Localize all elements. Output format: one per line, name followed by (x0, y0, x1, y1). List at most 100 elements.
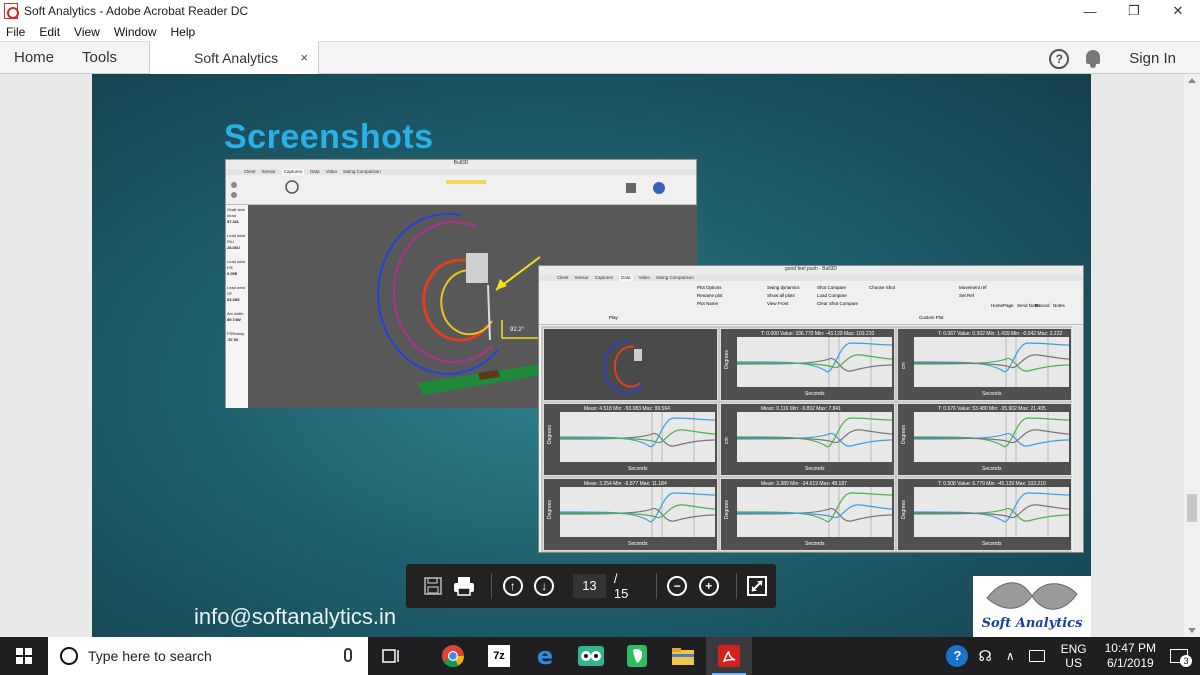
readout-label: Lead wrist R/U (227, 233, 246, 244)
plot-svg: T: 0.067 Value: 0.302 Min: 1.439 Min: -0… (901, 331, 1070, 397)
file-explorer-icon[interactable] (660, 637, 706, 675)
toolbar-separator (735, 573, 737, 599)
plot-stats: T: 0.000 Value: 336.770 Min: -43.129 Max… (761, 331, 875, 337)
system-tray: ? ☊ ∧ ENG US 10:47 PM 6/1/2019 3 (946, 637, 1200, 675)
mini-swing-graphic (603, 340, 643, 394)
angle-label: 92.2° (510, 327, 525, 333)
readout-value: 28.06U (227, 245, 240, 250)
plot-ylabel: cm (901, 362, 907, 369)
minimize-button[interactable]: — (1068, 0, 1112, 22)
sign-in-link[interactable]: Sign In (1129, 50, 1176, 67)
scroll-down-icon[interactable] (1188, 628, 1196, 633)
plot-panel: T: 0.000 Value: 336.770 Min: -43.129 Max… (720, 328, 895, 401)
document-viewport[interactable]: Screenshots Bull3D Client Sensor Capture… (0, 74, 1200, 637)
7zip-icon[interactable]: 7z (476, 637, 522, 675)
readout-value: 63.38S (227, 297, 240, 302)
chrome-icon[interactable] (430, 637, 476, 675)
screenshot-data-plots: good feel push - Bull3D Client Sensor Ca… (538, 265, 1084, 553)
notification-count: 3 (1180, 655, 1192, 667)
ribbon-item: Clear Shot Compare (817, 301, 859, 306)
close-window-button[interactable]: ✕ (1156, 0, 1200, 22)
window-controls: — ❐ ✕ (1068, 0, 1200, 22)
chevron-up-icon[interactable]: ∧ (1006, 649, 1015, 663)
plot-stats: Mean: 4.518 Min: -50.083 Max: 99.564 (584, 406, 670, 412)
menu-window[interactable]: Window (114, 25, 157, 39)
menu-bar: File Edit View Window Help (0, 22, 1200, 41)
plot-grid-scrollbar[interactable] (1073, 326, 1083, 552)
language-code: ENG (1060, 642, 1087, 656)
tripadvisor-icon[interactable] (568, 637, 614, 675)
readout-value: -57.00 (227, 337, 239, 342)
evernote-icon[interactable] (614, 637, 660, 675)
ribbon-item: Load Compare (817, 293, 847, 298)
notification-icon[interactable]: 3 (1170, 649, 1192, 667)
plot-panel: Mean: 3.254 Min: -6.877 Max: 11.184 Degre… (543, 478, 718, 551)
help-tray-icon[interactable]: ? (946, 645, 969, 667)
infinity-logo-icon (986, 582, 1078, 610)
plot-stats: Mean: 3.389 Min: -34.619 Max: 48.187 (761, 481, 847, 487)
print-icon[interactable] (452, 572, 478, 600)
windows-taskbar: Type here to search 7z e ? ☊ ∧ ENG US 10… (0, 637, 1200, 675)
network-icon[interactable] (1028, 650, 1045, 662)
previous-page-icon[interactable]: ↑ (500, 572, 526, 600)
windows-logo-icon (16, 648, 32, 664)
plot-panel: T: 0.067 Value: 0.302 Min: 1.439 Min: -0… (897, 328, 1072, 401)
help-icon[interactable]: ? (1049, 48, 1070, 69)
plot-panel: T: 0.676 Value: 53.480 Min: -35.902 Max:… (897, 403, 1072, 476)
ribbon-item: Plot Options (697, 285, 722, 290)
keyboard-layout: US (1065, 656, 1082, 670)
next-page-icon[interactable]: ↓ (532, 572, 558, 600)
plot-svg: Mean: 0.116 Min: -9.892 Max: 7.841 cm Seco… (724, 406, 893, 472)
plot-stats: Mean: 3.254 Min: -6.877 Max: 11.184 (584, 481, 667, 487)
search-placeholder: Type here to search (88, 648, 212, 664)
contact-email: info@softanalytics.in (194, 604, 397, 629)
slide-title: Screenshots (224, 118, 434, 156)
microphone-icon[interactable] (344, 648, 352, 662)
language-indicator[interactable]: ENG US (1061, 642, 1087, 670)
tab-document[interactable]: Soft Analytics × (149, 41, 320, 74)
ribbon-item: Rename plot (697, 293, 723, 298)
page-navigation-toolbar: ↑ ↓ 13 / 15 − + (406, 564, 776, 608)
start-button[interactable] (0, 637, 48, 675)
ribbon-item: Plot Name (697, 301, 719, 306)
save-icon[interactable] (420, 572, 446, 600)
maximize-button[interactable]: ❐ (1112, 0, 1156, 22)
readout-label: Shaft side head (227, 207, 245, 218)
fit-page-icon[interactable] (744, 572, 770, 600)
tab-tools[interactable]: Tools (68, 49, 131, 66)
bell-icon[interactable] (1085, 49, 1101, 68)
plot-svg: T: 0.000 Value: 336.770 Min: -43.129 Max… (724, 331, 893, 397)
task-view-icon[interactable] (368, 637, 414, 675)
clock-date: 6/1/2019 (1106, 656, 1154, 670)
tab-home[interactable]: Home (0, 49, 68, 66)
plot-ylabel: Degrees (547, 425, 553, 444)
menu-edit[interactable]: Edit (39, 25, 60, 39)
readout-value: 89.74W (227, 317, 241, 322)
page-number-input[interactable]: 13 (573, 574, 606, 598)
readout-label: Lead wrist F/E (227, 259, 246, 270)
menu-view[interactable]: View (74, 25, 100, 39)
plot-svg: T: 0.508 Value: 6.779 Min: -45.129 Max: … (901, 481, 1070, 547)
ribbon-item: Shot Compare (817, 285, 847, 290)
people-icon[interactable]: ☊ (978, 647, 991, 665)
plot-ylabel: Degrees (724, 500, 730, 519)
plot-stats: T: 0.067 Value: 0.302 Min: 1.439 Min: -0… (938, 331, 1062, 337)
plot-stats: T: 0.676 Value: 53.480 Min: -35.902 Max:… (938, 406, 1046, 412)
scroll-up-icon[interactable] (1188, 78, 1196, 83)
taskbar-search[interactable]: Type here to search (48, 637, 368, 675)
soft-analytics-logo: Soft Analytics (973, 576, 1091, 637)
menu-help[interactable]: Help (171, 25, 196, 39)
clock[interactable]: 10:47 PM 6/1/2019 (1105, 641, 1156, 671)
close-tab-icon[interactable]: × (300, 50, 308, 65)
readout-label: Lead wrist SF (227, 285, 246, 296)
acrobat-taskbar-icon[interactable] (706, 637, 752, 675)
scrollbar-thumb[interactable] (1187, 494, 1197, 522)
document-scrollbar[interactable] (1184, 74, 1200, 637)
acrobat-icon (4, 3, 19, 19)
edge-icon[interactable]: e (522, 637, 568, 675)
plot-xlabel: Seconds (982, 391, 1002, 397)
toolbar-separator (655, 573, 657, 599)
zoom-out-icon[interactable]: − (665, 572, 691, 600)
zoom-in-icon[interactable]: + (696, 572, 722, 600)
menu-file[interactable]: File (6, 25, 25, 39)
